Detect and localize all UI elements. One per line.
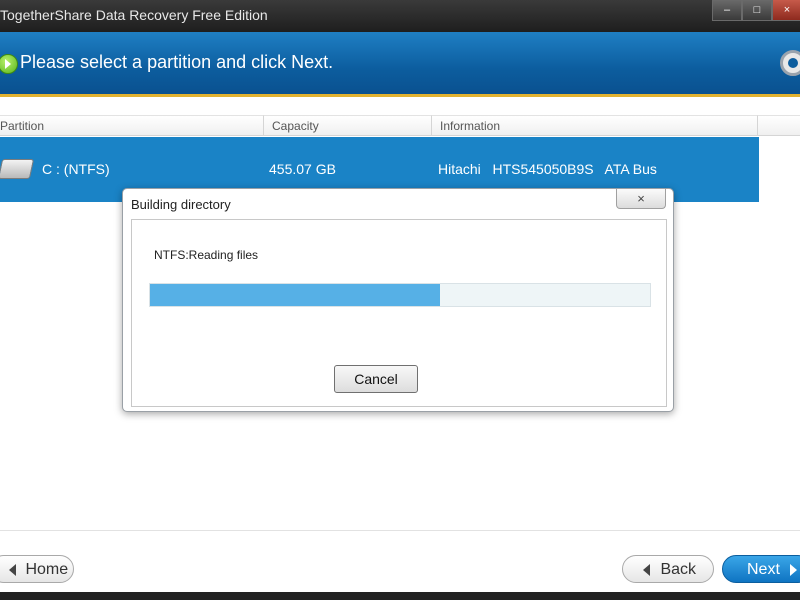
dialog-body: NTFS:Reading files Cancel bbox=[131, 219, 667, 407]
home-button[interactable]: Home bbox=[0, 555, 74, 583]
column-header-filler bbox=[758, 115, 800, 136]
back-button[interactable]: Back bbox=[622, 555, 714, 583]
left-arrow-icon bbox=[9, 563, 16, 576]
status-text: NTFS:Reading files bbox=[154, 248, 259, 262]
right-arrow-icon bbox=[790, 563, 798, 576]
home-button-label: Home bbox=[25, 561, 69, 578]
progress-fill bbox=[150, 284, 440, 306]
window-title: TogetherShare Data Recovery Free Edition bbox=[0, 7, 268, 23]
close-button[interactable]: × bbox=[772, 0, 800, 21]
title-bar: TogetherShare Data Recovery Free Edition… bbox=[0, 0, 800, 32]
gear-icon[interactable] bbox=[780, 50, 800, 76]
hard-drive-icon bbox=[0, 159, 35, 179]
cancel-button[interactable]: Cancel bbox=[334, 365, 418, 393]
building-directory-dialog: Building directory × NTFS:Reading files … bbox=[122, 188, 674, 412]
column-header-partition[interactable]: Partition bbox=[0, 115, 264, 136]
minimize-button[interactable]: – bbox=[712, 0, 742, 21]
footer-divider bbox=[0, 530, 800, 531]
next-button-label: Next bbox=[747, 561, 780, 578]
column-header-label: Information bbox=[440, 119, 501, 133]
left-arrow-icon bbox=[643, 563, 650, 576]
column-header-information[interactable]: Information bbox=[432, 115, 758, 136]
back-button-label: Back bbox=[660, 561, 697, 578]
maximize-button[interactable]: □ bbox=[742, 0, 772, 21]
next-button[interactable]: Next bbox=[722, 555, 800, 583]
column-header-capacity[interactable]: Capacity bbox=[264, 115, 432, 136]
page-title: Please select a partition and click Next… bbox=[20, 52, 334, 72]
partition-capacity: 455.07 GB bbox=[269, 161, 336, 177]
dialog-close-button[interactable]: × bbox=[616, 189, 666, 209]
wizard-header: Please select a partition and click Next… bbox=[0, 32, 800, 97]
column-header-label: Capacity bbox=[272, 119, 319, 133]
go-arrow-icon bbox=[0, 54, 18, 74]
progress-bar bbox=[149, 283, 651, 307]
partition-name: C : (NTFS) bbox=[42, 161, 110, 177]
dialog-title: Building directory bbox=[131, 197, 231, 212]
partition-information: Hitachi HTS545050B9S ATA Bus bbox=[438, 161, 657, 177]
taskbar-edge bbox=[0, 592, 800, 600]
column-header-label: Partition bbox=[0, 119, 45, 133]
